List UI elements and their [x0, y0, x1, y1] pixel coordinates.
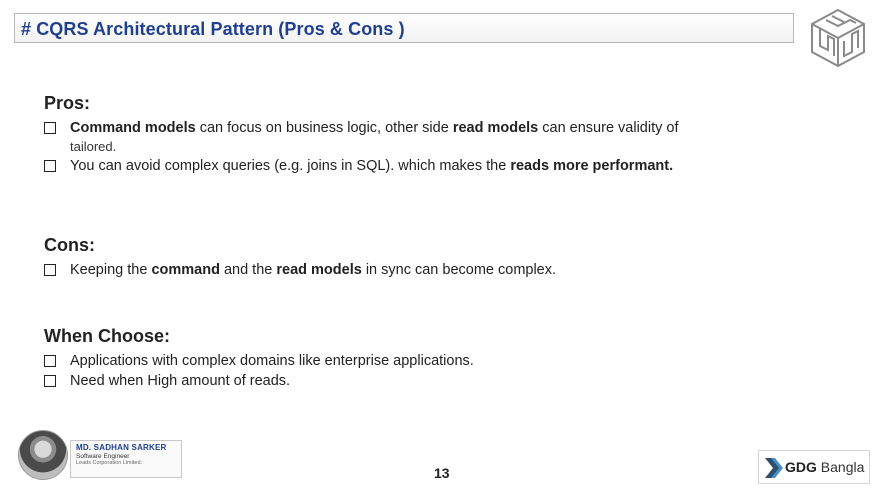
gdg-chevron-icon — [765, 458, 783, 478]
list-item: Command models can focus on business log… — [44, 118, 834, 156]
gdg-region-label: Bangla — [820, 459, 865, 475]
bullet-text: You can avoid complex queries (e.g. join… — [70, 158, 511, 174]
checkbox-square-icon — [44, 264, 56, 276]
when-choose-list: Applications with complex domains like e… — [44, 351, 834, 391]
bullet-emphasis: command — [151, 262, 220, 278]
slide-title: # CQRS Architectural Pattern (Pros & Con… — [21, 19, 405, 39]
author-name-box: MD. SADHAN SARKER Software Engineer Lead… — [70, 440, 182, 478]
bullet-text: and the — [219, 262, 277, 278]
maze-cube-icon — [811, 8, 865, 68]
bullet-text: in sync can become complex. — [361, 262, 557, 278]
cons-section: Cons: Keeping the command and the read m… — [44, 235, 834, 280]
cons-heading: Cons: — [44, 235, 95, 255]
avatar — [18, 430, 68, 480]
bullet-emphasis: read models — [276, 262, 362, 278]
gdg-bangla-logo: GDG Bangla — [758, 450, 870, 484]
bullet-emphasis: reads more performant. — [510, 158, 674, 174]
when-choose-section: When Choose: Applications with complex d… — [44, 326, 834, 391]
author-card: MD. SADHAN SARKER Software Engineer Lead… — [18, 430, 182, 480]
page-number: 13 — [434, 465, 450, 481]
bullet-text: Need when High amount of reads. — [70, 373, 291, 389]
pros-section: Pros: Command models can focus on busine… — [44, 93, 834, 176]
when-choose-heading: When Choose: — [44, 326, 170, 346]
author-role: Software Engineer — [76, 453, 130, 460]
author-company: Leads Corporation Limited. — [76, 460, 143, 466]
author-name: MD. SADHAN SARKER — [76, 443, 167, 452]
cons-list: Keeping the command and the read models … — [44, 260, 834, 280]
bullet-text: can ensure validity of — [538, 120, 679, 136]
pros-list: Command models can focus on business log… — [44, 118, 834, 176]
list-item: Need when High amount of reads. — [44, 371, 834, 391]
list-item: Keeping the command and the read models … — [44, 260, 834, 280]
title-bar: # CQRS Architectural Pattern (Pros & Con… — [14, 13, 794, 43]
bullet-text: can focus on business logic, other side — [195, 120, 453, 136]
checkbox-square-icon — [44, 122, 56, 134]
bullet-emphasis: Command models — [70, 120, 196, 136]
checkbox-square-icon — [44, 160, 56, 172]
bullet-text: Keeping the — [70, 262, 152, 278]
checkbox-square-icon — [44, 355, 56, 367]
checkbox-square-icon — [44, 375, 56, 387]
pros-heading: Pros: — [44, 93, 91, 113]
bullet-emphasis: read models — [452, 120, 539, 136]
list-item: Applications with complex domains like e… — [44, 351, 834, 371]
list-item: You can avoid complex queries (e.g. join… — [44, 156, 834, 176]
bullet-continuation: tailored. — [70, 139, 117, 154]
gdg-brand-text: GDG Bangla — [785, 459, 864, 475]
gdg-label: GDG — [785, 459, 817, 475]
bullet-text: Applications with complex domains like e… — [70, 353, 474, 369]
